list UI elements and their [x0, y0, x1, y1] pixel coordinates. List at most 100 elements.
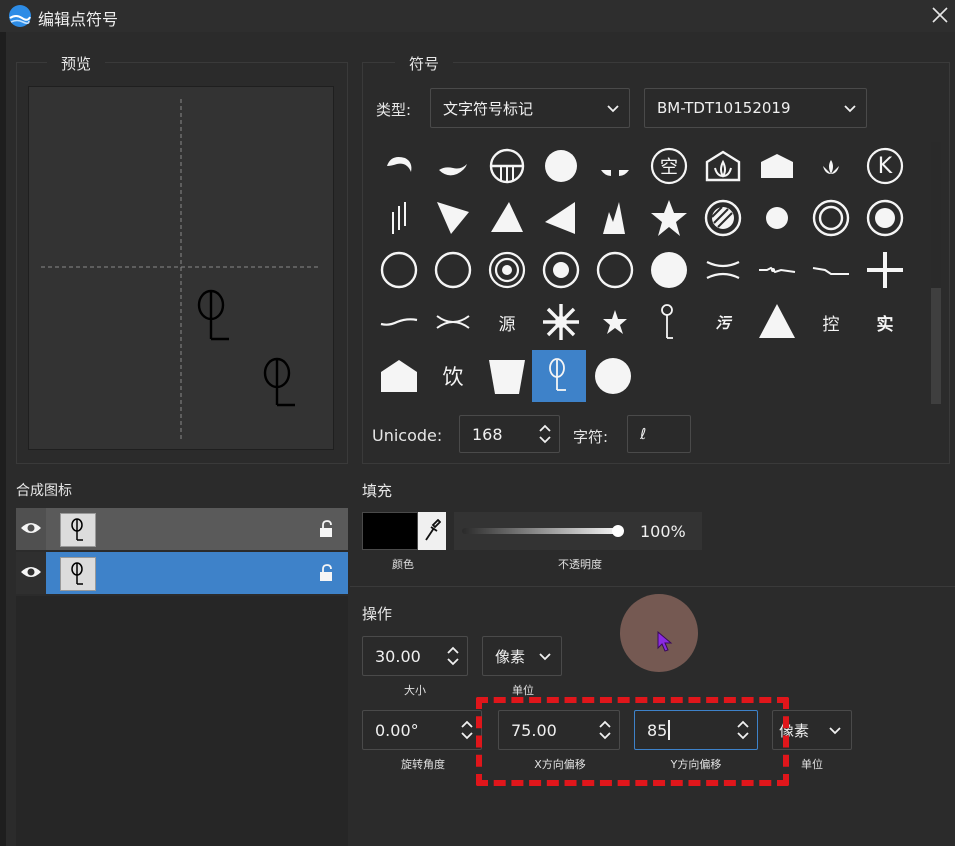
type-dropdown[interactable]: 文字符号标记 [430, 88, 630, 128]
preview-symbol-offset [263, 357, 295, 407]
symbol-kong[interactable]: 空 [642, 140, 696, 192]
ops-title: 操作 [362, 605, 393, 623]
symbol-sprout[interactable] [804, 140, 858, 192]
symbol-big-dot[interactable] [642, 244, 696, 296]
symbol-target[interactable] [480, 244, 534, 296]
rotation-input[interactable]: 0.00° [362, 710, 482, 750]
symbol-k-circle[interactable]: K [858, 140, 912, 192]
symbol-white-circle[interactable] [586, 350, 640, 402]
offset-unit-label: 单位 [801, 758, 823, 771]
close-button[interactable] [925, 0, 955, 30]
symbol-triangle-up[interactable] [480, 192, 534, 244]
eye-icon[interactable] [20, 520, 42, 536]
symbol-asterisk[interactable] [534, 296, 588, 348]
slant-lines-icon [392, 202, 406, 234]
symbol-bridge[interactable] [696, 244, 750, 296]
symbol-house-filled[interactable] [750, 140, 804, 192]
ring-dot-icon [866, 199, 904, 237]
symbol-small-dot[interactable] [750, 192, 804, 244]
house-lotus-icon [705, 150, 741, 182]
symbol-yin[interactable]: 饮 [426, 350, 480, 402]
color-label: 颜色 [392, 558, 414, 571]
symbol-wu[interactable]: 污 [696, 296, 750, 348]
symbol-kong2[interactable]: 控 [804, 296, 858, 348]
symbol-double-ring[interactable] [804, 192, 858, 244]
opacity-slider-handle[interactable] [612, 525, 624, 537]
opacity-value: 100% [640, 522, 686, 541]
symbol-ring-3[interactable] [588, 244, 642, 296]
symbol-slant-lines[interactable] [372, 192, 426, 244]
symbol-filled-circle[interactable] [534, 140, 588, 192]
half-caps-icon [601, 170, 629, 176]
narrow-bridge-icon [436, 315, 470, 329]
symbol-wire-2[interactable] [804, 244, 858, 296]
layer-thumbnail [60, 513, 96, 547]
y-offset-input[interactable]: 85 [634, 710, 758, 750]
symbol-pin[interactable] [642, 296, 696, 348]
wave-drop-icon [439, 164, 467, 176]
chevron-down-icon [844, 105, 856, 113]
layer-row[interactable] [16, 552, 348, 594]
unit-dropdown[interactable]: 像素 [482, 636, 562, 676]
symbol-triangle-left[interactable] [534, 192, 588, 244]
symbol-ring-dot-2[interactable] [534, 244, 588, 296]
eye-icon[interactable] [20, 564, 42, 580]
unicode-input[interactable]: 168 [459, 415, 560, 453]
symbol-wave-line[interactable] [372, 296, 426, 348]
symbol-half-caps[interactable] [588, 140, 642, 192]
symbol-star[interactable] [642, 192, 696, 244]
symbol-wire[interactable] [750, 244, 804, 296]
unlock-icon[interactable] [318, 564, 336, 582]
symbol-trapezoid[interactable] [480, 350, 534, 402]
x-offset-input[interactable]: 75.00 [498, 710, 620, 750]
char-input[interactable]: ℓ [627, 415, 691, 453]
unit-value: 像素 [495, 647, 526, 666]
triangle-left-icon [545, 202, 575, 234]
preview-canvas [28, 86, 334, 450]
layer-row[interactable] [16, 508, 348, 550]
symbol-wave-drop[interactable] [426, 140, 480, 192]
crescent-cloud-icon [387, 157, 412, 172]
spinner-arrows-icon[interactable] [737, 719, 749, 741]
symbol-letter-l-selected[interactable] [532, 350, 586, 402]
y-offset-value: 85 [647, 720, 668, 740]
type-label: 类型: [376, 101, 412, 119]
library-dropdown[interactable]: BM-TDT10152019 [644, 88, 867, 128]
size-label: 大小 [404, 684, 426, 697]
size-input[interactable]: 30.00 [362, 636, 468, 676]
symbol-grid-scroll-thumb[interactable] [931, 288, 941, 404]
symbol-house-lotus[interactable] [696, 140, 750, 192]
symbol-yuan[interactable]: 源 [480, 296, 534, 348]
symbol-mountain[interactable] [588, 192, 642, 244]
symbol-crescent-cloud[interactable] [372, 140, 426, 192]
color-swatch[interactable] [362, 512, 418, 550]
offset-unit-value: 像素 [779, 721, 810, 740]
ring-icon [434, 251, 472, 289]
symbol-ring-2[interactable] [426, 244, 480, 296]
symbol-ring[interactable] [372, 244, 426, 296]
opacity-label: 不透明度 [558, 558, 602, 571]
left-edge [0, 32, 6, 846]
symbol-hatched-circle[interactable] [696, 192, 750, 244]
offset-unit-dropdown[interactable]: 像素 [772, 710, 852, 750]
symbol-ring-dot[interactable] [858, 192, 912, 244]
triangle-up-icon [491, 202, 523, 232]
symbol-shi[interactable]: 实 [858, 296, 912, 348]
symbol-plus[interactable] [858, 244, 912, 296]
opacity-slider-track[interactable] [462, 528, 618, 534]
x-offset-value: 75.00 [511, 720, 557, 740]
symbol-solid-triangle[interactable] [750, 296, 804, 348]
size-value: 30.00 [375, 646, 421, 666]
symbol-pentagon-house[interactable] [372, 350, 426, 402]
symbol-triangle-down[interactable] [426, 192, 480, 244]
spinner-arrows-icon[interactable] [539, 423, 551, 445]
eyedropper-button[interactable] [418, 512, 446, 550]
mountain-icon [603, 202, 625, 234]
symbol-small-star[interactable] [588, 296, 642, 348]
symbol-circle-grid[interactable] [480, 140, 534, 192]
symbol-narrow-bridge[interactable] [426, 296, 480, 348]
spinner-arrows-icon[interactable] [599, 719, 611, 741]
spinner-arrows-icon[interactable] [461, 719, 473, 741]
spinner-arrows-icon[interactable] [447, 645, 459, 667]
unlock-icon[interactable] [318, 520, 336, 538]
